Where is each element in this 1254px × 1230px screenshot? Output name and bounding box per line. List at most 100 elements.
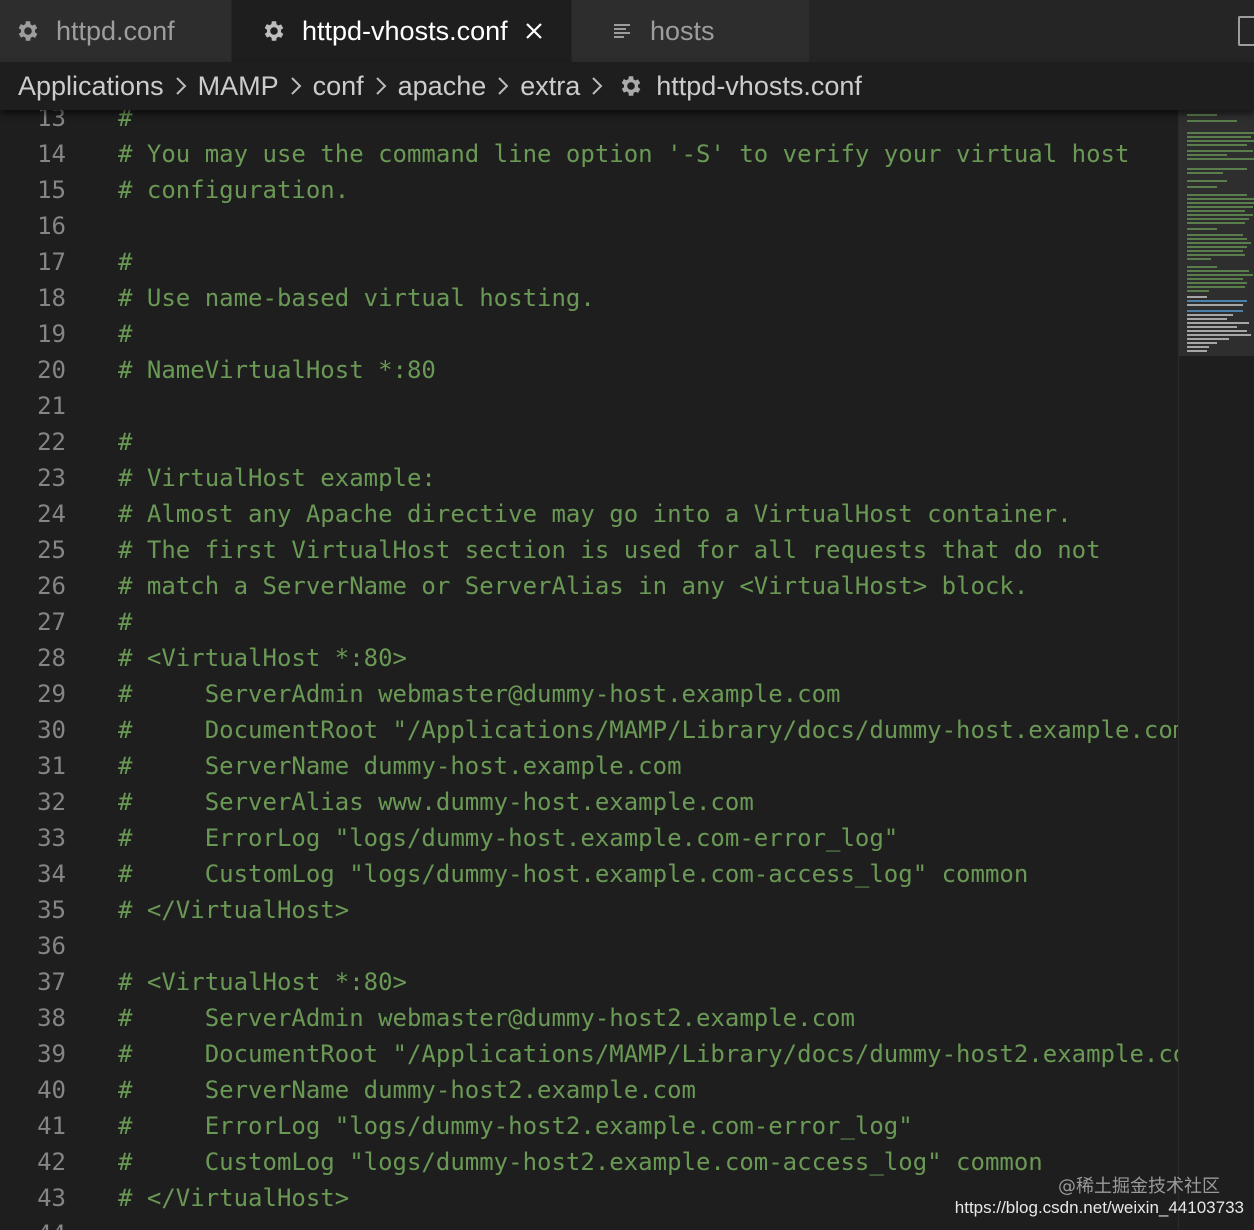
- line-number: 27: [37, 608, 66, 636]
- minimap-line: [1187, 246, 1247, 248]
- line-number: 26: [37, 572, 66, 600]
- line-number: 25: [37, 536, 66, 564]
- comment-text: # configuration.: [118, 176, 350, 204]
- minimap-line: [1187, 310, 1243, 312]
- comment-text: # Almost any Apache directive may go int…: [118, 500, 1072, 528]
- gear-icon: [618, 73, 644, 99]
- line-number: 13: [37, 110, 66, 132]
- comment-text: # DocumentRoot "/Applications/MAMP/Libra…: [118, 1040, 1178, 1068]
- comment-text: # VirtualHost example:: [118, 464, 436, 492]
- source-url: https://blog.csdn.net/weixin_44103733: [954, 1198, 1244, 1217]
- minimap-line: [1187, 202, 1254, 204]
- chevron-right-icon: [170, 76, 192, 96]
- line-number: 18: [37, 284, 66, 312]
- minimap-line: [1187, 304, 1243, 306]
- minimap-line: [1187, 234, 1243, 236]
- close-icon[interactable]: [522, 19, 546, 43]
- chevron-right-icon: [586, 76, 608, 96]
- watermark: @稀土掘金技术社区: [1058, 1176, 1220, 1197]
- comment-text: # CustomLog "logs/dummy-host2.example.co…: [118, 1148, 1043, 1176]
- minimap-line: [1187, 350, 1207, 352]
- minimap-line: [1187, 300, 1247, 302]
- line-number: 14: [37, 140, 66, 168]
- line-number: 39: [37, 1040, 66, 1068]
- tab-hosts[interactable]: hosts: [572, 0, 810, 62]
- minimap-line: [1187, 342, 1217, 344]
- comment-text: # DocumentRoot "/Applications/MAMP/Libra…: [118, 716, 1178, 744]
- line-number: 29: [37, 680, 66, 708]
- comment-text: # ServerAdmin webmaster@dummy-host.examp…: [118, 680, 841, 708]
- comment-text: # <VirtualHost *:80>: [118, 644, 407, 672]
- minimap-line: [1187, 238, 1247, 240]
- minimap-line: [1187, 114, 1217, 116]
- code-editor[interactable]: 13 #14 # You may use the command line opti…: [0, 110, 1178, 1230]
- breadcrumb-item[interactable]: extra: [520, 71, 580, 102]
- comment-text: # Use name-based virtual hosting.: [118, 284, 595, 312]
- chevron-right-icon: [492, 76, 514, 96]
- line-number: 32: [37, 788, 66, 816]
- tab-httpd-conf[interactable]: httpd.conf: [0, 0, 232, 62]
- breadcrumb-item[interactable]: conf: [313, 71, 364, 102]
- minimap-line: [1187, 266, 1217, 268]
- minimap-line: [1187, 330, 1247, 332]
- tab-label: httpd.conf: [56, 15, 175, 46]
- minimap-line: [1187, 254, 1245, 256]
- comment-text: # ServerName dummy-host2.example.com: [118, 1076, 696, 1104]
- minimap-line: [1187, 144, 1247, 146]
- breadcrumb-file[interactable]: httpd-vhosts.conf: [656, 71, 862, 102]
- comment-text: # ErrorLog "logs/dummy-host2.example.com…: [118, 1112, 913, 1140]
- minimap-line: [1187, 346, 1209, 348]
- minimap-line: [1187, 334, 1251, 336]
- line-number: 43: [37, 1184, 66, 1212]
- breadcrumb-item[interactable]: Applications: [18, 71, 164, 102]
- line-number: 38: [37, 1004, 66, 1032]
- minimap-line: [1187, 172, 1223, 174]
- line-number: 23: [37, 464, 66, 492]
- minimap-line: [1187, 314, 1233, 316]
- comment-text: # CustomLog "logs/dummy-host.example.com…: [118, 860, 1029, 888]
- minimap-line: [1187, 258, 1211, 260]
- chevron-right-icon: [370, 76, 392, 96]
- minimap-line: [1187, 322, 1249, 324]
- minimap-line: [1187, 274, 1253, 276]
- line-number: 33: [37, 824, 66, 852]
- comment-text: # The first VirtualHost section is used …: [118, 536, 1101, 564]
- line-number: 19: [37, 320, 66, 348]
- line-number: 22: [37, 428, 66, 456]
- minimap-line: [1187, 282, 1247, 284]
- line-number: 40: [37, 1076, 66, 1104]
- line-number: 41: [37, 1112, 66, 1140]
- text-file-icon: [608, 17, 636, 45]
- line-number: 24: [37, 500, 66, 528]
- split-editor-icon[interactable]: [1238, 16, 1254, 46]
- tab-label: httpd-vhosts.conf: [302, 15, 508, 46]
- comment-text: # </VirtualHost>: [118, 1184, 350, 1212]
- tab-label: hosts: [650, 15, 715, 46]
- tab-httpd-vhosts-conf[interactable]: httpd-vhosts.conf: [232, 0, 572, 62]
- minimap-line: [1187, 186, 1217, 188]
- gear-icon: [260, 17, 288, 45]
- breadcrumb: Applications MAMP conf apache extra http…: [0, 62, 1254, 110]
- comment-text: #: [118, 110, 133, 132]
- line-number: 44: [0, 1216, 66, 1230]
- comment-text: # ServerAlias www.dummy-host.example.com: [118, 788, 754, 816]
- comment-text: # </VirtualHost>: [118, 896, 350, 924]
- line-number: 31: [37, 752, 66, 780]
- line-number: 21: [37, 392, 66, 420]
- comment-text: # ServerName dummy-host.example.com: [118, 752, 682, 780]
- minimap-line: [1187, 168, 1247, 170]
- minimap[interactable]: [1178, 110, 1254, 1230]
- minimap-line: [1187, 290, 1209, 292]
- comment-text: # You may use the command line option '-…: [118, 140, 1130, 168]
- breadcrumb-item[interactable]: MAMP: [198, 71, 279, 102]
- line-number: 35: [37, 896, 66, 924]
- minimap-line: [1187, 194, 1247, 196]
- tab-bar: httpd.conf httpd-vhosts.conf hosts: [0, 0, 1254, 62]
- line-number: 36: [37, 932, 66, 960]
- line-number: 42: [37, 1148, 66, 1176]
- line-number: 28: [37, 644, 66, 672]
- minimap-line: [1187, 270, 1249, 272]
- line-number: 16: [37, 212, 66, 240]
- minimap-line: [1187, 150, 1253, 152]
- breadcrumb-item[interactable]: apache: [398, 71, 487, 102]
